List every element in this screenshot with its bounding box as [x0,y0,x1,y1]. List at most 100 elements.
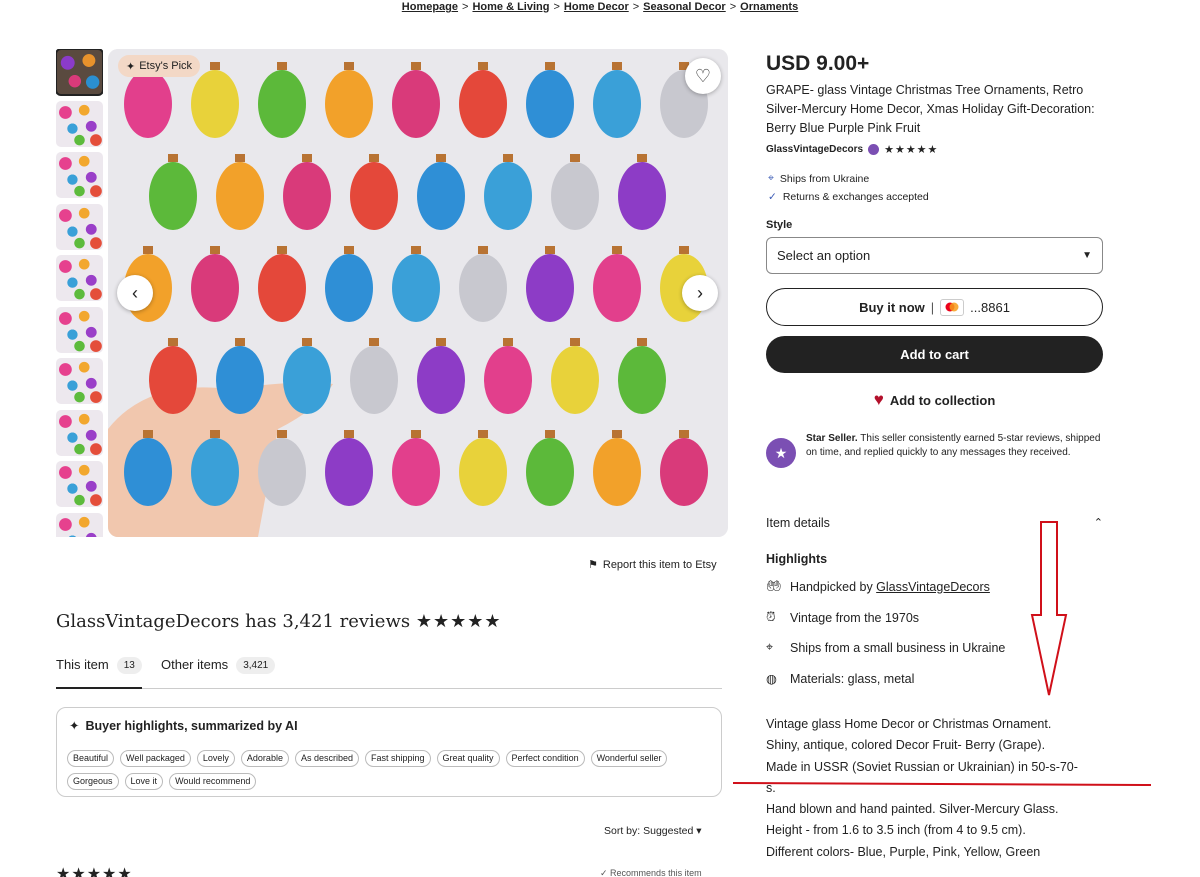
add-to-cart-button[interactable]: Add to cart [766,336,1103,373]
ornament-cap [436,154,446,162]
thumbnail-10[interactable] [56,512,103,537]
highlight-chip[interactable]: Love it [124,773,164,790]
ornament-cap [210,246,220,254]
chevron-up-icon: ⌃ [1093,517,1103,529]
highlight-chip[interactable]: Well packaged [120,750,191,767]
select-placeholder: Select an option [777,248,871,263]
ornament [258,438,306,506]
price: USD 9.00+ [766,52,870,75]
thumbnail-8[interactable] [56,409,103,456]
thumbnail-5[interactable] [56,255,103,301]
ornament [258,254,306,322]
recommends-label: ✓ Recommends this item [600,868,702,877]
add-collection-label: Add to collection [889,392,996,408]
star-seller-text: Star Seller. This seller consistently ea… [806,432,1106,468]
ornament [459,438,507,506]
thumbnail-6[interactable] [56,306,103,353]
flag-icon: ⚑ [588,559,598,571]
tab-this-item[interactable]: This item 13 [56,657,142,689]
highlight-chip[interactable]: Perfect condition [505,750,585,767]
thumbnail-3[interactable] [56,152,103,198]
highlight-row: ⏰︎ Vintage from the 1970s [766,610,919,625]
report-item-link[interactable]: ⚑ Report this item to Etsy [588,558,717,572]
caret-down-icon: ▾ [696,825,702,837]
ornament [392,254,440,322]
highlight-chip[interactable]: Great quality [436,750,500,767]
breadcrumb-home-living[interactable]: Home & Living [472,1,549,13]
tab-label: Other items [161,657,229,672]
heart-icon: ♡ [694,65,712,86]
highlight-chip[interactable]: Wonderful seller [590,750,668,767]
review-tabs: This item 13 Other items 3,421 [56,657,722,689]
breadcrumb-home-decor[interactable]: Home Decor [564,1,629,13]
ornament-cap [369,338,379,346]
breadcrumb-homepage[interactable]: Homepage [402,1,458,13]
ornament [459,254,507,322]
highlight-chip[interactable]: Beautiful [67,750,115,767]
ships-from-text: Ships from Ukraine [779,172,870,185]
buy-now-label: Buy it now [859,299,925,315]
ornament-cap [637,338,647,346]
ornament-cap [302,154,312,162]
ornament-cap [344,430,354,438]
thumbnail-2[interactable] [56,100,103,147]
ornament-cap [344,62,354,70]
materials-icon: ◍ [766,672,777,686]
ornament [618,162,666,230]
style-select[interactable]: Select an option ▼ [766,237,1103,274]
ornament [618,346,666,414]
thumbnail-4[interactable] [56,203,103,250]
highlight-chip[interactable]: Would recommend [169,773,257,790]
ornament [191,438,239,506]
ai-highlights-title: ✦ Buyer highlights, summarized by AI [69,718,298,734]
tab-other-items[interactable]: Other items 3,421 [161,657,276,689]
chevron-right-icon: › [697,282,703,303]
ornament-cap [545,62,555,70]
next-image-button[interactable]: › [682,275,718,311]
thumbnail-1[interactable] [56,49,103,96]
ornament-cap [612,246,622,254]
reviews-title: GlassVintageDecors has 3,421 reviews [56,611,411,632]
highlight-chip[interactable]: Lovely [196,750,235,767]
favorite-button[interactable]: ♡ [685,58,721,94]
ornament-cap [679,430,689,438]
ornament [593,438,641,506]
shop-link[interactable]: GlassVintageDecors [876,580,990,594]
highlight-chip[interactable]: Gorgeous [67,773,119,790]
sort-label: Sort by: Suggested [604,825,694,837]
sort-dropdown[interactable]: Sort by: Suggested ▾ [604,825,702,837]
ornament [124,438,172,506]
thumbnail-9[interactable] [56,461,103,507]
ornament-cap [612,62,622,70]
ornament [551,346,599,414]
ornament-cap [637,154,647,162]
red-underline-annotation [733,782,1151,786]
ornament [484,346,532,414]
hand-icon: 🤲︎ [766,579,782,593]
ornament-cap [143,430,153,438]
highlight-chip[interactable]: Fast shipping [364,750,431,767]
highlight-chip[interactable]: Adorable [240,750,289,767]
ornament [191,254,239,322]
buy-it-now-button[interactable]: Buy it now | ...8861 [766,288,1103,326]
thumbnail-strip [56,49,103,537]
breadcrumb-seasonal-decor[interactable]: Seasonal Decor [643,1,726,13]
breadcrumb-ornaments[interactable]: Ornaments [740,1,798,13]
location-pin-icon: ⌖ [766,640,774,654]
ornament-cap [168,154,178,162]
ornament-cap [503,338,513,346]
shop-name-link[interactable]: GlassVintageDecors [766,144,863,155]
add-to-collection-button[interactable]: ♥ Add to collection [766,390,1103,410]
ornament [283,162,331,230]
ornament [392,438,440,506]
description-line: Height - from 1.6 to 3.5 inch (from 4 to… [766,823,1026,838]
heart-icon: ♥ [873,390,884,409]
highlight-chip[interactable]: As described [294,750,359,767]
star-seller-bold: Star Seller. [806,433,858,444]
ornament-cap [344,246,354,254]
item-details-label: Item details [766,516,830,530]
ornament-cap [612,430,622,438]
etsys-pick-badge: ✦ Etsy's Pick [118,55,201,77]
prev-image-button[interactable]: ‹ [117,275,153,311]
thumbnail-7[interactable] [56,358,103,404]
